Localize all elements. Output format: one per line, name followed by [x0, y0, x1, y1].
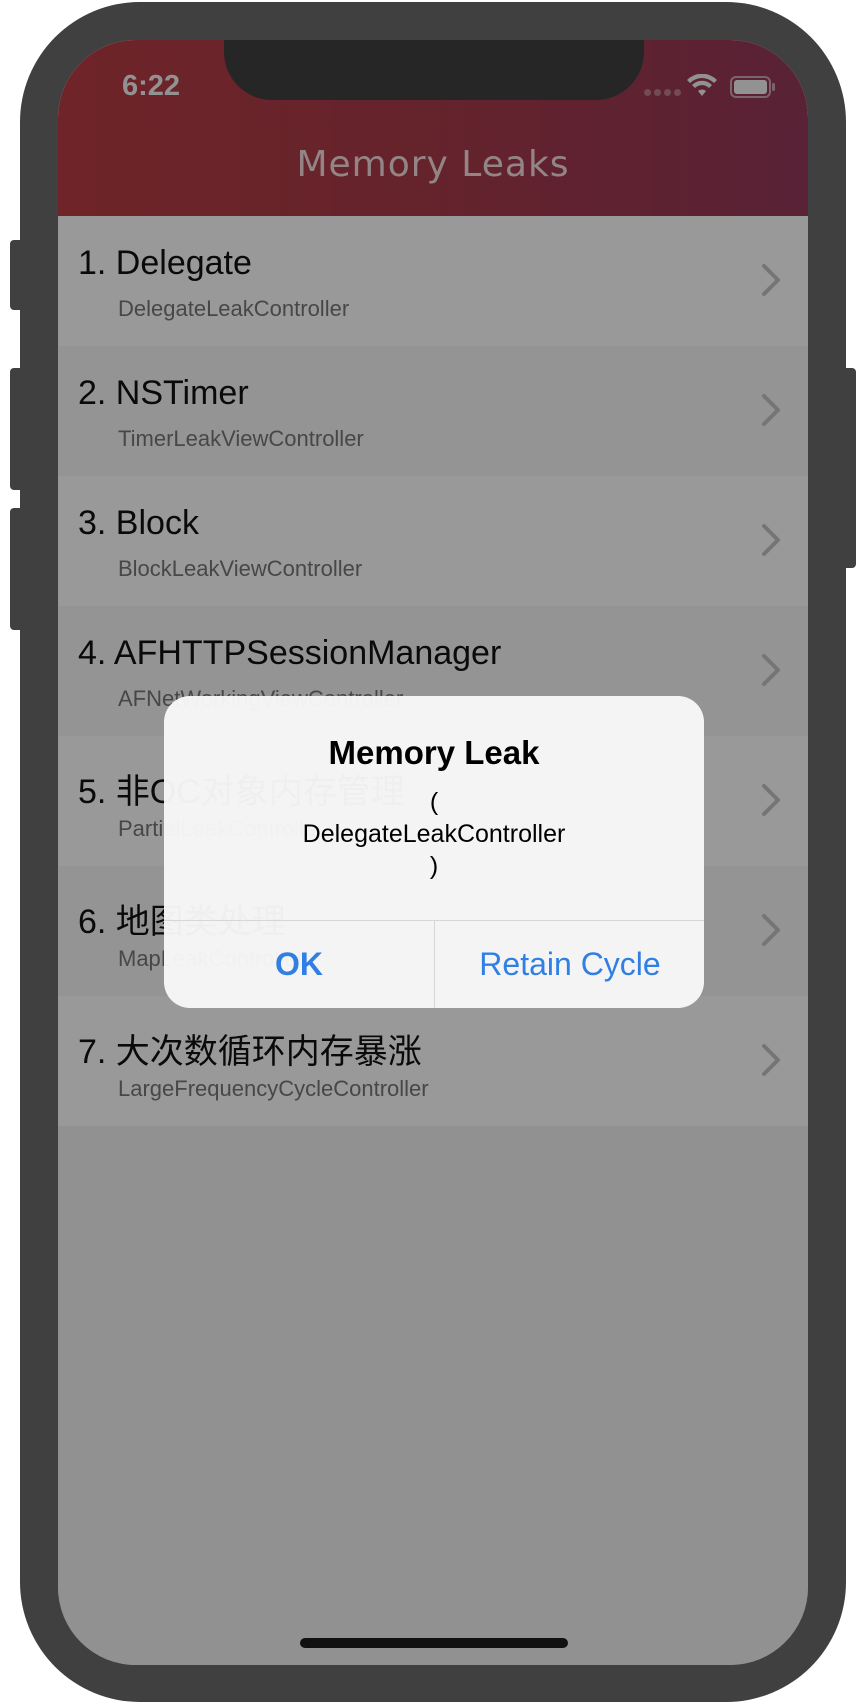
alert-message-close-paren: ) — [429, 852, 439, 880]
mute-switch — [10, 240, 24, 310]
alert-title: Memory Leak — [328, 734, 540, 771]
home-indicator[interactable] — [300, 1638, 568, 1648]
retain-cycle-button[interactable]: Retain Cycle — [435, 921, 704, 1008]
volume-down-button — [10, 508, 24, 630]
power-button — [842, 368, 856, 568]
alert-message-controller: DelegateLeakController — [302, 820, 566, 848]
screen: 6:22 Memory Leaks 1. Delegate DelegateLe… — [58, 40, 808, 1665]
ok-button[interactable]: OK — [164, 921, 434, 1008]
alert-message-open-paren: ( — [429, 788, 439, 816]
volume-up-button — [10, 368, 24, 490]
alert-dialog: Memory Leak ( DelegateLeakController ) O… — [164, 696, 704, 1008]
